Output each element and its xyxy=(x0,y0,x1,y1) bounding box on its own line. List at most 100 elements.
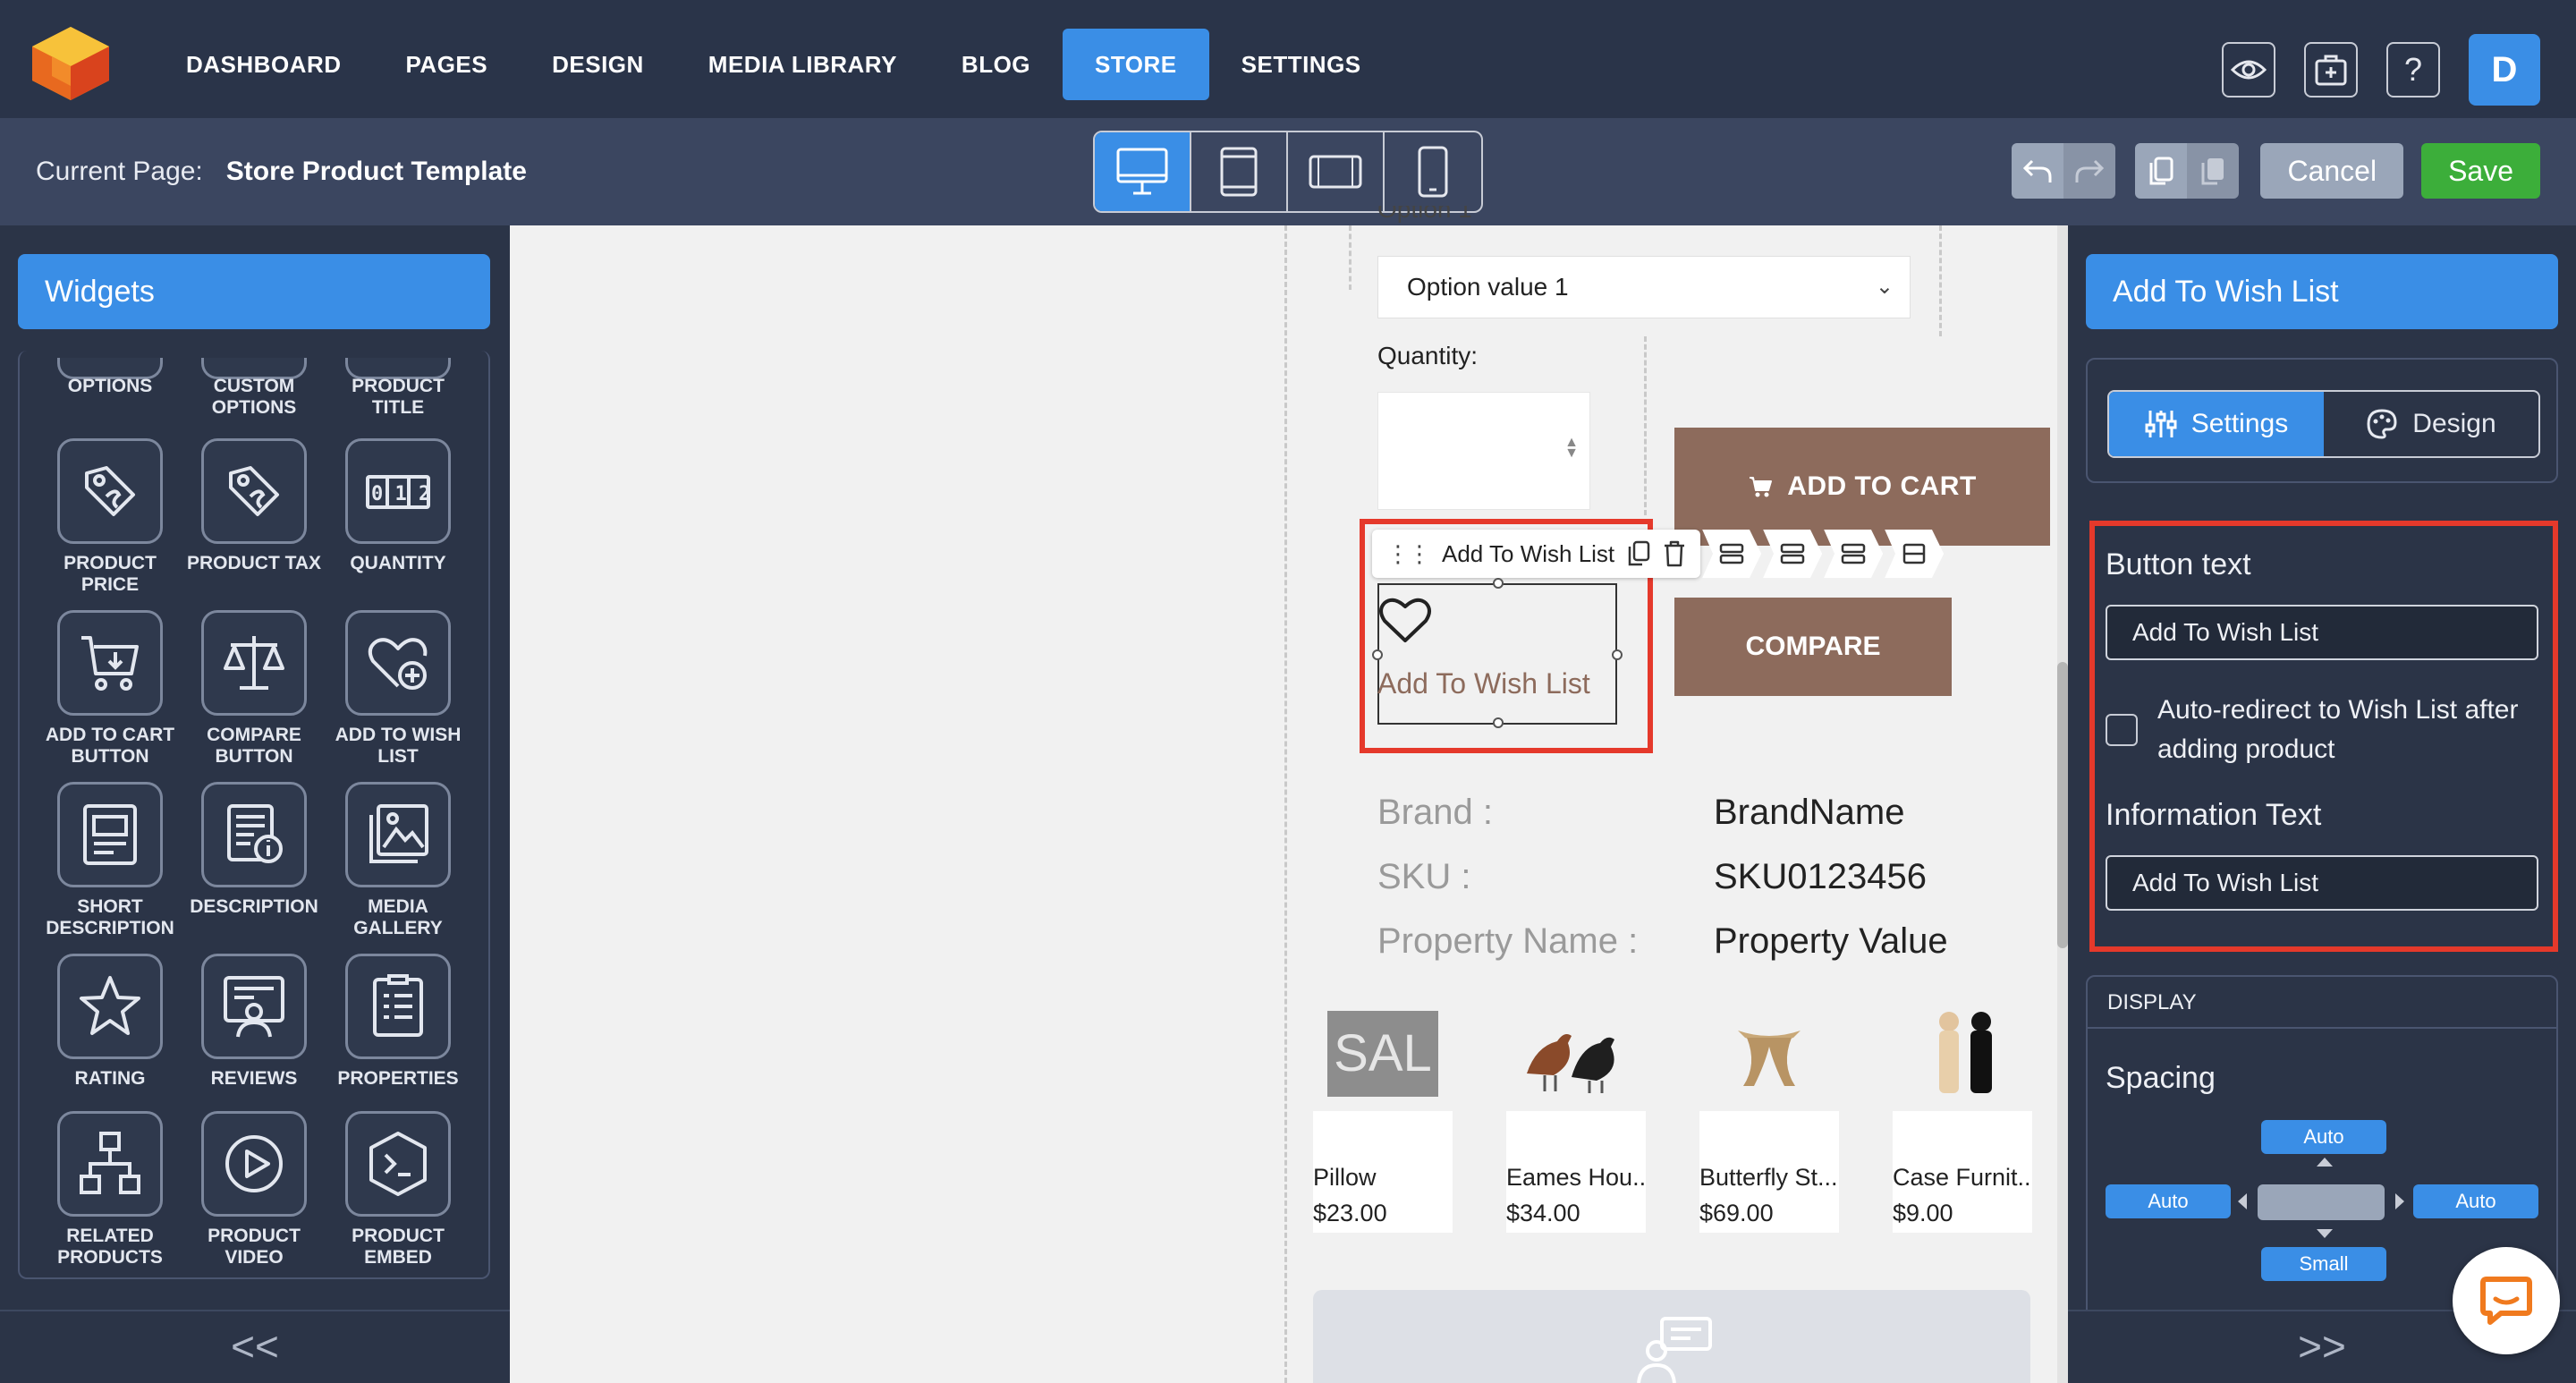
main-menu: DASHBOARD PAGES DESIGN MEDIA LIBRARY BLO… xyxy=(154,29,1394,100)
auto-redirect-label: Auto-redirect to Wish List after adding … xyxy=(2157,695,2519,764)
related-product-card[interactable]: Eames Hou... $34.00 xyxy=(1506,1002,1646,1233)
quantity-input[interactable]: ▲ ▼ xyxy=(1377,392,1590,510)
redo-icon xyxy=(2075,159,2105,182)
product-price: $34.00 xyxy=(1506,1200,1580,1226)
spacing-preview-box xyxy=(2258,1184,2385,1220)
spacing-left-button[interactable]: Auto xyxy=(2106,1184,2231,1218)
information-text-input[interactable]: Add To Wish List xyxy=(2106,855,2538,911)
wooden-figures-image xyxy=(1939,1012,1992,1093)
sliders-icon xyxy=(2145,411,2177,437)
stepper-icon[interactable]: ▲ ▼ xyxy=(1564,436,1579,461)
resize-handle[interactable] xyxy=(1493,717,1504,728)
sale-image-text: SAL xyxy=(1327,1011,1438,1097)
nav-design[interactable]: DESIGN xyxy=(520,29,676,100)
auto-redirect-checkbox[interactable] xyxy=(2106,714,2138,746)
container-icon xyxy=(1902,543,1926,564)
widget-product-title[interactable]: PRODUCT TITLE xyxy=(326,376,470,419)
canvas-scroll-thumb[interactable] xyxy=(2057,662,2068,948)
save-button[interactable]: Save xyxy=(2421,143,2540,199)
tablet-icon xyxy=(1220,147,1258,197)
device-mobile-button[interactable] xyxy=(1385,132,1481,211)
nav-store[interactable]: STORE xyxy=(1063,29,1209,100)
select-container-button[interactable] xyxy=(1885,530,1945,578)
widget-properties[interactable]: PROPERTIES xyxy=(326,954,470,1090)
spacing-top-button[interactable]: Auto xyxy=(2261,1120,2386,1154)
list-icon xyxy=(373,974,423,1037)
move-parent-button[interactable] xyxy=(1824,530,1884,578)
move-up-button[interactable] xyxy=(1702,530,1762,578)
select-value: Option value 1 xyxy=(1407,273,1569,301)
arrow-left-icon xyxy=(2238,1193,2247,1209)
widget-product-price[interactable]: PRODUCT PRICE xyxy=(38,438,182,596)
quantity-label: Quantity: xyxy=(1377,342,1479,369)
widget-description[interactable]: DESCRIPTION xyxy=(182,782,326,918)
review-icon xyxy=(1637,1317,1712,1383)
store-assistant-button[interactable] xyxy=(2304,42,2358,98)
tab-settings[interactable]: Settings xyxy=(2109,392,2324,456)
widget-short-description[interactable]: SHORT DESCRIPTION xyxy=(38,782,182,939)
widget-product-tax[interactable]: PRODUCT TAX xyxy=(182,438,326,574)
redo-button[interactable] xyxy=(2063,143,2116,199)
related-product-card[interactable]: SAL Pillow $23.00 xyxy=(1313,1002,1453,1233)
widget-rating[interactable]: RATING xyxy=(38,954,182,1090)
app-logo[interactable] xyxy=(32,27,109,100)
widget-label: MEDIA GALLERY xyxy=(353,896,443,938)
widget-options[interactable]: OPTIONS xyxy=(38,376,182,397)
move-down-button[interactable] xyxy=(1763,530,1823,578)
nav-media-library[interactable]: MEDIA LIBRARY xyxy=(676,29,929,100)
widget-label: COMPARE BUTTON xyxy=(207,725,301,767)
help-button[interactable]: ? xyxy=(2386,42,2440,98)
add-to-cart-button[interactable]: ADD TO CART xyxy=(1674,428,2050,546)
product-name: Case Furnit... xyxy=(1893,1164,2032,1191)
resize-handle[interactable] xyxy=(1493,578,1504,589)
device-tablet-landscape-button[interactable] xyxy=(1288,132,1385,211)
paste-style-button[interactable] xyxy=(2187,143,2240,199)
spacing-bottom-button[interactable]: Small xyxy=(2261,1247,2386,1281)
bird-figurine-image xyxy=(1527,1034,1614,1093)
copy-style-button[interactable] xyxy=(2135,143,2188,199)
widget-add-to-wish-list[interactable]: ADD TO WISH LIST xyxy=(326,610,470,768)
chat-support-button[interactable] xyxy=(2453,1247,2560,1354)
widget-product-embed[interactable]: PRODUCT EMBED xyxy=(326,1111,470,1268)
tab-design[interactable]: Design xyxy=(2324,392,2538,456)
user-avatar[interactable]: D xyxy=(2469,34,2540,106)
spec-key: SKU : xyxy=(1377,857,1471,896)
nav-settings[interactable]: SETTINGS xyxy=(1209,29,1394,100)
widget-media-gallery[interactable]: MEDIA GALLERY xyxy=(326,782,470,939)
nav-blog[interactable]: BLOG xyxy=(929,29,1063,100)
undo-button[interactable] xyxy=(2012,143,2064,199)
related-product-card[interactable]: Butterfly St... $69.00 xyxy=(1699,1002,1839,1233)
widget-label: PRODUCT TITLE xyxy=(352,376,445,418)
widget-product-video[interactable]: PRODUCT VIDEO xyxy=(182,1111,326,1268)
widget-quantity[interactable]: 0 1 2 QUANTITY xyxy=(326,438,470,574)
trash-icon[interactable] xyxy=(1663,540,1686,567)
duplicate-icon[interactable] xyxy=(1627,540,1650,567)
product-option-select[interactable]: Option value 1 ⌄ xyxy=(1377,256,1911,318)
device-desktop-button[interactable] xyxy=(1095,132,1191,211)
display-section-header[interactable]: DISPLAY xyxy=(2088,977,2556,1029)
widget-compare-button[interactable]: COMPARE BUTTON xyxy=(182,610,326,768)
collapse-widgets-button[interactable]: << xyxy=(0,1310,510,1383)
device-tablet-button[interactable] xyxy=(1191,132,1288,211)
resize-handle[interactable] xyxy=(1372,649,1383,660)
cancel-button[interactable]: Cancel xyxy=(2260,143,2404,199)
widget-custom-options[interactable]: CUSTOM OPTIONS xyxy=(182,376,326,419)
nav-pages[interactable]: PAGES xyxy=(374,29,521,100)
resize-handle[interactable] xyxy=(1612,649,1623,660)
preview-button[interactable] xyxy=(2222,42,2275,98)
hierarchy-icon xyxy=(80,1132,140,1194)
spec-sku-value: SKU0123456 xyxy=(1714,857,1927,897)
button-text-input[interactable]: Add To Wish List xyxy=(2106,605,2538,660)
related-product-card[interactable]: Case Furnit... $9.00 xyxy=(1893,1002,2032,1233)
drag-handle-icon[interactable]: ⋮⋮ xyxy=(1386,540,1431,568)
widget-reviews[interactable]: REVIEWS xyxy=(182,954,326,1090)
add-to-wish-list-widget[interactable]: Add To Wish List xyxy=(1372,578,1623,728)
column-guide xyxy=(1644,336,1647,515)
product-name: Pillow xyxy=(1313,1164,1377,1191)
widget-add-to-cart-button[interactable]: ADD TO CART BUTTON xyxy=(38,610,182,768)
widget-label: SHORT DESCRIPTION xyxy=(46,896,174,938)
compare-button[interactable]: COMPARE xyxy=(1674,598,1952,696)
spacing-right-button[interactable]: Auto xyxy=(2413,1184,2538,1218)
nav-dashboard[interactable]: DASHBOARD xyxy=(154,29,374,100)
widget-related-products[interactable]: RELATED PRODUCTS xyxy=(38,1111,182,1268)
